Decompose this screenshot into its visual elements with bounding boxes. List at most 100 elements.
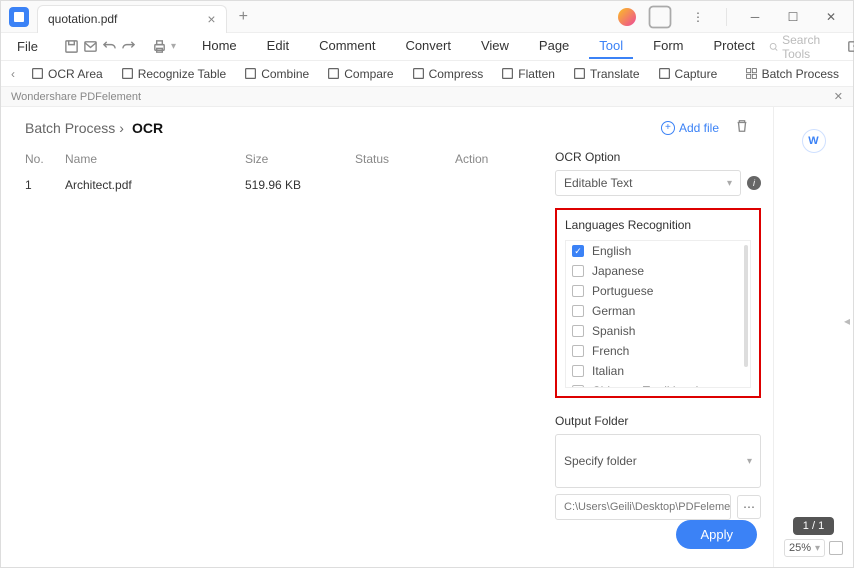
- zoom-value: 25%: [789, 542, 811, 554]
- checkbox-icon[interactable]: [572, 305, 584, 317]
- document-sidebar: W ◂ 1 / 1 25% ▾: [773, 107, 853, 567]
- col-status: Status: [355, 152, 455, 166]
- ribbon-recognize-table[interactable]: Recognize Table: [115, 64, 233, 84]
- menu-edit[interactable]: Edit: [257, 34, 299, 59]
- notifications-icon[interactable]: [646, 3, 674, 31]
- add-file-label: Add file: [679, 121, 719, 135]
- language-label: Spanish: [592, 324, 635, 338]
- col-size: Size: [245, 152, 355, 166]
- output-path-field[interactable]: C:\Users\Geili\Desktop\PDFelement\OC: [555, 494, 731, 520]
- save-icon[interactable]: [64, 36, 79, 58]
- delete-button[interactable]: [735, 119, 749, 136]
- main-area: Batch Process › OCR + Add file No. Name …: [1, 107, 853, 567]
- tool-ribbon: ‹ OCR Area Recognize TableCombine Compare C…: [1, 61, 853, 87]
- checkbox-icon[interactable]: [572, 365, 584, 377]
- table-header: No. Name Size Status Action: [11, 146, 537, 172]
- search-tools[interactable]: Search Tools: [769, 33, 837, 61]
- panel-close-icon[interactable]: ✕: [834, 90, 843, 103]
- batch-process-button[interactable]: Batch Process: [745, 67, 847, 81]
- sidebar-expand-icon[interactable]: ◂: [841, 307, 853, 335]
- panel-title: Wondershare PDFelement: [11, 91, 141, 103]
- menu-page[interactable]: Page: [529, 34, 579, 59]
- col-name: Name: [65, 152, 245, 166]
- file-menu[interactable]: File: [7, 35, 48, 58]
- menu-view[interactable]: View: [471, 34, 519, 59]
- titlebar: quotation.pdf × + ⋮ ─ ☐ ✕: [1, 1, 853, 33]
- language-label: Portuguese: [592, 284, 653, 298]
- ocr-option-select[interactable]: Editable Text ▾: [555, 170, 741, 196]
- language-label: Japanese: [592, 264, 644, 278]
- checkbox-icon[interactable]: [572, 245, 584, 257]
- ocr-options-panel: OCR Option Editable Text ▾ i Languages R…: [553, 146, 763, 557]
- more-menu-icon[interactable]: ⋮: [684, 3, 712, 31]
- checkbox-icon[interactable]: [572, 345, 584, 357]
- menu-items: Home Edit Comment Convert View Page Tool Form Pr…: [192, 34, 765, 59]
- batch-process-label: Batch Process: [762, 67, 839, 81]
- cell-status: [355, 178, 455, 192]
- share-icon[interactable]: [844, 36, 854, 58]
- zoom-select[interactable]: 25% ▾: [784, 539, 825, 557]
- language-portuguese[interactable]: Portuguese: [566, 281, 744, 301]
- info-icon[interactable]: i: [747, 176, 761, 190]
- chevron-down-icon[interactable]: ▾: [171, 41, 176, 52]
- undo-icon[interactable]: [102, 36, 117, 58]
- new-tab-button[interactable]: +: [239, 8, 248, 26]
- ribbon-prev-icon[interactable]: ‹: [7, 67, 19, 81]
- language-chinese_traditional[interactable]: Chinese_Traditional: [566, 381, 744, 388]
- checkbox-icon[interactable]: [572, 285, 584, 297]
- document-tab[interactable]: quotation.pdf ×: [37, 5, 227, 33]
- ribbon-combine[interactable]: Combine: [238, 64, 315, 84]
- ribbon-translate[interactable]: Translate: [567, 64, 646, 84]
- language-german[interactable]: German: [566, 301, 744, 321]
- languages-list[interactable]: English Japanese Portuguese German Spanish Fr…: [565, 240, 751, 388]
- divider: [726, 8, 727, 26]
- language-spanish[interactable]: Spanish: [566, 321, 744, 341]
- specify-folder-select[interactable]: Specify folder ▾: [555, 434, 761, 488]
- page-indicator: 1 / 1: [793, 517, 834, 535]
- fit-page-icon[interactable]: [829, 541, 843, 555]
- apply-button[interactable]: Apply: [676, 520, 757, 549]
- ribbon-flatten[interactable]: Flatten: [495, 64, 561, 84]
- col-action: Action: [455, 152, 523, 166]
- table-row[interactable]: 1Architect.pdf519.96 KB: [11, 172, 537, 198]
- close-window-button[interactable]: ✕: [817, 3, 845, 31]
- language-french[interactable]: French: [566, 341, 744, 361]
- language-japanese[interactable]: Japanese: [566, 261, 744, 281]
- tab-close-icon[interactable]: ×: [207, 11, 215, 27]
- checkbox-icon[interactable]: [572, 265, 584, 277]
- search-icon: [769, 41, 778, 53]
- chevron-down-icon: ▾: [815, 543, 820, 554]
- panel-header: Wondershare PDFelement ✕: [1, 87, 853, 107]
- batch-header: Batch Process › OCR + Add file: [11, 115, 763, 146]
- word-export-icon[interactable]: W: [802, 129, 826, 153]
- cell-no: 1: [25, 178, 65, 192]
- menu-comment[interactable]: Comment: [309, 34, 385, 59]
- checkbox-icon[interactable]: [572, 385, 584, 388]
- maximize-button[interactable]: ☐: [779, 3, 807, 31]
- cloud-avatar-icon[interactable]: [618, 8, 636, 26]
- ribbon-ocr-area[interactable]: OCR Area: [25, 64, 109, 84]
- minimize-button[interactable]: ─: [741, 3, 769, 31]
- menubar: File ▾ Home Edit Comment Convert View Page Too…: [1, 33, 853, 61]
- ribbon-capture[interactable]: Capture: [652, 64, 724, 84]
- menu-protect[interactable]: Protect: [704, 34, 765, 59]
- batch-panel: Batch Process › OCR + Add file No. Name …: [1, 107, 773, 567]
- add-file-button[interactable]: + Add file: [661, 121, 719, 135]
- breadcrumb-root[interactable]: Batch Process: [25, 120, 115, 136]
- language-english[interactable]: English: [566, 241, 744, 261]
- checkbox-icon[interactable]: [572, 325, 584, 337]
- menu-form[interactable]: Form: [643, 34, 693, 59]
- browse-folder-button[interactable]: ⋯: [737, 495, 761, 519]
- menu-tool[interactable]: Tool: [589, 34, 633, 59]
- language-italian[interactable]: Italian: [566, 361, 744, 381]
- print-icon[interactable]: [152, 36, 167, 58]
- ribbon-compress[interactable]: Compress: [406, 64, 490, 84]
- redo-icon[interactable]: [121, 36, 136, 58]
- mail-icon[interactable]: [83, 36, 98, 58]
- ribbon-compare[interactable]: Compare: [321, 64, 399, 84]
- specify-folder-value: Specify folder: [564, 454, 637, 468]
- menu-convert[interactable]: Convert: [395, 34, 461, 59]
- scrollbar[interactable]: [744, 245, 748, 367]
- tab-title: quotation.pdf: [48, 12, 117, 26]
- menu-home[interactable]: Home: [192, 34, 247, 59]
